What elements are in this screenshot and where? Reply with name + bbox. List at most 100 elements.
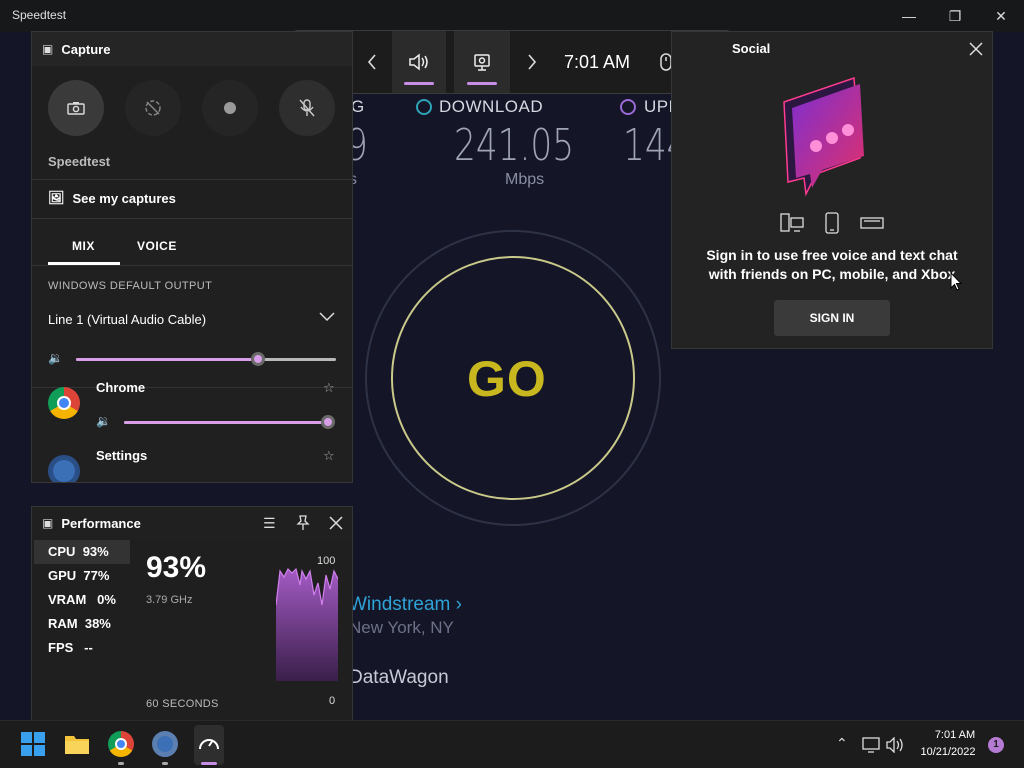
capture-header-icon: ▣	[42, 42, 54, 56]
title-bar: Speedtest — ❐ ✕	[0, 0, 1024, 32]
console-icon	[860, 217, 884, 229]
perf-value: 77%	[83, 568, 110, 583]
capture-app-name: Speedtest	[48, 154, 111, 169]
volume-tray-icon[interactable]	[886, 737, 904, 753]
chrome-app-name: Chrome	[96, 380, 146, 395]
settings-pin-icon[interactable]: ☆	[323, 448, 335, 464]
server-name[interactable]: DataWagon	[349, 667, 449, 689]
sign-in-button[interactable]: SIGN IN	[774, 300, 890, 336]
perf-row-ram[interactable]: RAM 38%	[34, 612, 130, 636]
settings-running-indicator	[162, 762, 168, 765]
see-captures-link[interactable]: 🖼 See my captures	[48, 190, 176, 206]
pc-icon	[780, 213, 804, 232]
capture-icon	[474, 54, 490, 71]
sign-in-label: SIGN IN	[809, 311, 855, 325]
game-bar: 7:01 AM	[293, 30, 731, 94]
chrome-app-icon	[48, 387, 80, 419]
chrome-pin-icon[interactable]: ☆	[323, 380, 335, 396]
perf-label: FPS	[48, 640, 74, 655]
gamebar-time: 7:01 AM	[563, 51, 631, 72]
perf-label: RAM	[48, 616, 78, 631]
scroll-left-button[interactable]	[354, 31, 390, 93]
options-icon[interactable]: ☰	[263, 515, 276, 532]
perf-frequency: 3.79 GHz	[146, 594, 193, 606]
output-device-select[interactable]: Line 1 (Virtual Audio Cable)	[48, 312, 206, 327]
isp-location: New York, NY	[349, 618, 454, 637]
master-volume-thumb[interactable]	[251, 352, 265, 366]
social-widget: Social Sign in to use free voice and tex…	[671, 31, 993, 349]
phone-icon	[825, 212, 839, 234]
social-title: Social	[732, 41, 771, 56]
app-title: Speedtest	[12, 8, 67, 22]
scroll-right-button[interactable]	[514, 31, 550, 93]
camera-icon	[67, 102, 85, 115]
perf-row-vram[interactable]: VRAM 0%	[34, 588, 130, 612]
perf-row-fps[interactable]: FPS --	[34, 636, 130, 660]
capture-widget-button[interactable]	[454, 31, 510, 93]
speaker-icon	[409, 53, 428, 71]
show-hidden-icons-icon[interactable]: ⌃	[836, 735, 848, 752]
tab-voice[interactable]: VOICE	[137, 239, 177, 253]
chat-illustration-icon	[783, 76, 864, 197]
performance-header-icon: ▣	[42, 516, 54, 530]
capture-active-indicator	[467, 82, 497, 85]
chrome-volume-icon: 🔉	[96, 414, 111, 428]
divider	[32, 387, 352, 388]
upload-icon	[620, 99, 636, 115]
graph-duration: 60 SECONDS	[146, 698, 219, 710]
tab-mix[interactable]: MIX	[72, 239, 95, 253]
windows-start-icon[interactable]	[20, 731, 46, 757]
taskbar: ⌃ 7:01 AM 10/21/2022 1	[0, 720, 1024, 768]
see-captures-label: See my captures	[72, 190, 176, 206]
record-last-button[interactable]	[125, 80, 181, 136]
record-dot-icon	[224, 102, 236, 114]
settings-taskbar-icon[interactable]	[152, 731, 178, 757]
perf-label: VRAM	[48, 592, 87, 607]
go-label[interactable]: GO	[467, 350, 547, 408]
gallery-icon: 🖼	[48, 190, 65, 205]
file-explorer-icon[interactable]	[64, 731, 90, 757]
chevron-left-icon	[367, 54, 376, 70]
start-recording-button[interactable]	[202, 80, 258, 136]
divider	[32, 179, 352, 180]
taskbar-date[interactable]: 10/21/2022	[916, 746, 980, 758]
close-button[interactable]: ✕	[991, 6, 1011, 26]
isp-link[interactable]: Windstream ›	[349, 594, 462, 616]
settings-app-icon	[48, 455, 80, 482]
ping-label: G	[351, 97, 365, 116]
capture-title: Capture	[61, 41, 111, 57]
speedtest-taskbar-icon	[199, 739, 219, 750]
perf-value: 38%	[84, 616, 111, 631]
chevron-down-icon[interactable]	[319, 312, 335, 322]
isp-name: Windstream	[349, 594, 451, 615]
speedtest-active-indicator	[201, 762, 217, 765]
perf-label: GPU	[48, 568, 77, 583]
mouse-cursor-icon	[950, 272, 962, 291]
screenshot-button[interactable]	[48, 80, 104, 136]
perf-row-cpu[interactable]: CPU 93%	[34, 540, 130, 564]
network-icon[interactable]	[862, 737, 880, 753]
maximize-button[interactable]: ❐	[945, 6, 965, 26]
capture-widget: ▣ Capture Speedtest 🖼 See my captures	[31, 31, 353, 219]
minimize-button[interactable]: —	[899, 6, 919, 26]
audio-active-indicator	[404, 82, 434, 85]
master-volume-fill	[76, 358, 258, 361]
perf-row-gpu[interactable]: GPU 77%	[34, 564, 130, 588]
perf-label: CPU	[48, 544, 76, 559]
perf-value: 93%	[82, 544, 109, 559]
mic-toggle-button[interactable]	[279, 80, 335, 136]
audio-widget: MIX VOICE WINDOWS DEFAULT OUTPUT Line 1 …	[31, 218, 353, 483]
taskbar-time[interactable]: 7:01 AM	[930, 729, 980, 741]
chrome-taskbar-icon[interactable]	[108, 731, 134, 757]
close-icon[interactable]	[969, 42, 983, 56]
output-header: WINDOWS DEFAULT OUTPUT	[48, 280, 213, 292]
close-icon[interactable]	[329, 516, 343, 530]
pin-icon[interactable]	[296, 515, 310, 531]
performance-widget: ▣ Performance ☰ CPU 93% GPU 77% VRAM 0% …	[31, 506, 353, 724]
download-value: 241.05	[454, 120, 575, 171]
chrome-volume-thumb[interactable]	[321, 415, 335, 429]
notification-badge[interactable]: 1	[988, 737, 1004, 753]
chrome-running-indicator	[118, 762, 124, 765]
audio-widget-button[interactable]	[392, 31, 446, 93]
cpu-graph	[276, 567, 338, 681]
